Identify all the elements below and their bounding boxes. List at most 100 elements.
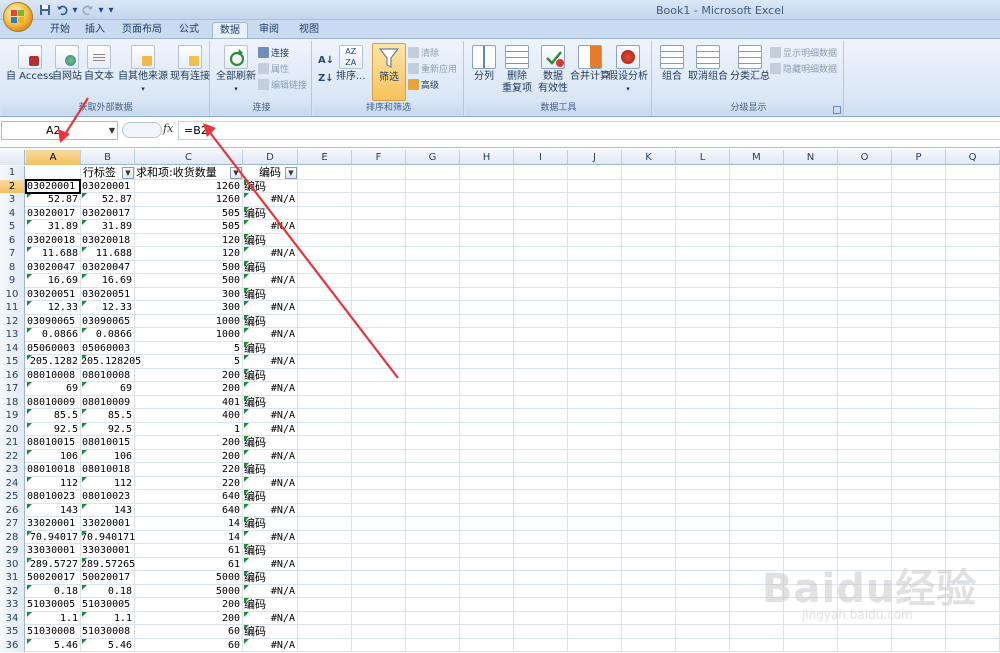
- column-header-h[interactable]: H: [460, 150, 514, 165]
- row-header[interactable]: 35: [0, 625, 25, 639]
- existing-connections-button[interactable]: 现有连接: [170, 45, 210, 83]
- cell-d20[interactable]: #N/A: [243, 423, 295, 437]
- cell-b22[interactable]: 106: [81, 450, 132, 464]
- row-header[interactable]: 34: [0, 611, 25, 625]
- cell-c16[interactable]: 200: [135, 369, 240, 383]
- cell-a33[interactable]: 51030005: [27, 598, 75, 612]
- cell-c21[interactable]: 200: [135, 436, 240, 450]
- cell-b9[interactable]: 16.69: [81, 274, 132, 288]
- cell-b33[interactable]: 51030005: [82, 598, 130, 612]
- group-button[interactable]: 组合: [660, 45, 684, 83]
- column-header-o[interactable]: O: [838, 150, 892, 165]
- cell-a28[interactable]: 70.94017: [26, 531, 78, 545]
- cell-b15[interactable]: 205.128205: [81, 355, 141, 369]
- cell-b35[interactable]: 51030008: [82, 625, 130, 639]
- cell-c30[interactable]: 61: [135, 558, 240, 572]
- cell-a17[interactable]: 69: [26, 382, 78, 396]
- row-header[interactable]: 18: [0, 395, 25, 409]
- column-header-n[interactable]: N: [784, 150, 838, 165]
- subtotal-button[interactable]: 分类汇总: [730, 45, 770, 83]
- cell-b16[interactable]: 08010008: [82, 369, 130, 383]
- row-header[interactable]: 10: [0, 287, 25, 301]
- tab-insert[interactable]: 插入: [80, 22, 110, 39]
- cell-c3[interactable]: 1260: [135, 193, 240, 207]
- cell-b30[interactable]: 289.57265: [81, 558, 135, 572]
- cell-d11[interactable]: #N/A: [243, 301, 295, 315]
- cell-a21[interactable]: 08010015: [27, 436, 75, 450]
- cell-a36[interactable]: 5.46: [26, 639, 78, 653]
- cell-c7[interactable]: 120: [135, 247, 240, 261]
- cell-a23[interactable]: 08010018: [27, 463, 75, 477]
- cell-c10[interactable]: 300: [135, 288, 240, 302]
- column-header-d[interactable]: D: [243, 150, 298, 165]
- connections-button[interactable]: 连接: [258, 46, 289, 59]
- row-header[interactable]: 20: [0, 422, 25, 436]
- cell-d13[interactable]: #N/A: [243, 328, 295, 342]
- cell-c23[interactable]: 220: [135, 463, 240, 477]
- column-header-l[interactable]: L: [676, 150, 730, 165]
- filter-dropdown-icon[interactable]: ▼: [122, 167, 134, 179]
- row-header[interactable]: 14: [0, 341, 25, 355]
- cell-a26[interactable]: 143: [26, 504, 78, 518]
- cell-c31[interactable]: 5000: [135, 571, 240, 585]
- row-header[interactable]: 21: [0, 436, 25, 450]
- cell-a27[interactable]: 33020001: [27, 517, 75, 531]
- cell-c32[interactable]: 5000: [135, 585, 240, 599]
- cell-c35[interactable]: 60: [135, 625, 240, 639]
- cell-b29[interactable]: 33030001: [82, 544, 130, 558]
- cell-a18[interactable]: 08010009: [27, 396, 75, 410]
- row-header[interactable]: 6: [0, 233, 25, 247]
- column-header-g[interactable]: G: [406, 150, 460, 165]
- column-header-f[interactable]: F: [352, 150, 406, 165]
- row-header[interactable]: 11: [0, 301, 25, 315]
- properties-button[interactable]: 属性: [258, 62, 289, 75]
- advanced-button[interactable]: 高级: [408, 78, 439, 91]
- column-header-a[interactable]: A: [26, 150, 81, 165]
- row-header[interactable]: 32: [0, 584, 25, 598]
- row-header[interactable]: 25: [0, 490, 25, 504]
- cell-a11[interactable]: 12.33: [26, 301, 78, 315]
- cell-a22[interactable]: 106: [26, 450, 78, 464]
- row-header[interactable]: 16: [0, 368, 25, 382]
- cell-a15[interactable]: 205.1282: [26, 355, 78, 369]
- from-web-button[interactable]: 自网站: [52, 45, 82, 83]
- row-header[interactable]: 19: [0, 409, 25, 423]
- cell-b14[interactable]: 05060003: [82, 342, 130, 356]
- cell-c4[interactable]: 505: [135, 207, 240, 221]
- column-header-m[interactable]: M: [730, 150, 784, 165]
- from-text-button[interactable]: 自文本: [84, 45, 114, 83]
- tab-view[interactable]: 视图: [292, 22, 326, 39]
- cell-a30[interactable]: 289.5727: [26, 558, 78, 572]
- cell-c5[interactable]: 505: [135, 220, 240, 234]
- cell-b32[interactable]: 0.18: [81, 585, 132, 599]
- row-header[interactable]: 22: [0, 449, 25, 463]
- tab-formulas[interactable]: 公式: [172, 22, 206, 39]
- cell-a25[interactable]: 08010023: [27, 490, 75, 504]
- cell-b26[interactable]: 143: [81, 504, 132, 518]
- cell-c36[interactable]: 60: [135, 639, 240, 653]
- reapply-button[interactable]: 重新应用: [408, 62, 457, 75]
- cell-d34[interactable]: #N/A: [243, 612, 295, 626]
- column-header-i[interactable]: I: [514, 150, 568, 165]
- column-header-c[interactable]: C: [135, 150, 243, 165]
- cell-a34[interactable]: 1.1: [26, 612, 78, 626]
- data-validation-button[interactable]: 数据 有效性: [538, 45, 568, 95]
- cell-c29[interactable]: 61: [135, 544, 240, 558]
- from-access-button[interactable]: 自 Access: [6, 45, 53, 83]
- cell-b6[interactable]: 03020018: [82, 234, 130, 248]
- hide-detail-button[interactable]: 隐藏明细数据: [770, 62, 837, 75]
- cell-b21[interactable]: 08010015: [82, 436, 130, 450]
- cell-c24[interactable]: 220: [135, 477, 240, 491]
- select-all-corner[interactable]: [0, 150, 25, 165]
- cell-c6[interactable]: 120: [135, 234, 240, 248]
- cell-d5[interactable]: #N/A: [243, 220, 295, 234]
- cell-c15[interactable]: 5: [135, 355, 240, 369]
- cell-c12[interactable]: 1000: [135, 315, 240, 329]
- cell-c2[interactable]: 1260: [135, 180, 240, 194]
- row-header[interactable]: 31: [0, 571, 25, 585]
- cell-c26[interactable]: 640: [135, 504, 240, 518]
- cell-b4[interactable]: 03020017: [82, 207, 130, 221]
- tab-home[interactable]: 开始: [42, 22, 78, 39]
- cell-a20[interactable]: 92.5: [26, 423, 78, 437]
- cell-b18[interactable]: 08010009: [82, 396, 130, 410]
